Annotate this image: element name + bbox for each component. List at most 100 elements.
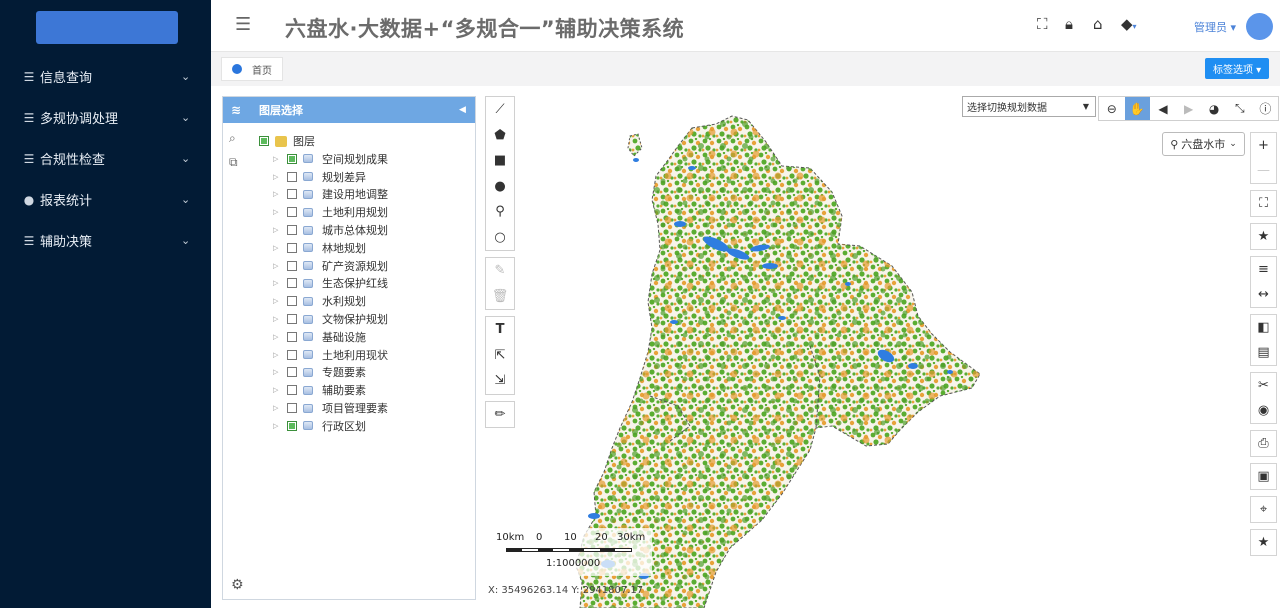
next-view-icon[interactable]: ▶	[1176, 97, 1202, 120]
layer-filter-icon[interactable]: ⧉	[229, 155, 238, 170]
expand-arrow-icon[interactable]: ▷	[273, 155, 287, 163]
layer-checkbox[interactable]	[287, 189, 297, 200]
swipe-icon[interactable]: ↔	[1251, 282, 1276, 307]
crosshair-icon[interactable]: ⌖	[1251, 497, 1276, 522]
expand-arrow-icon[interactable]: ▷	[273, 315, 287, 323]
expand-arrow-icon[interactable]: ▷	[273, 244, 287, 252]
draw-marker-icon[interactable]: ⚲	[486, 199, 514, 225]
draw-line-icon[interactable]: ⟋	[486, 97, 514, 123]
lock-icon[interactable]: 🔒︎	[1065, 15, 1073, 33]
layer-tree-item[interactable]: ▷ 生态保护红线	[273, 275, 388, 293]
edit-icon[interactable]: ✎	[486, 258, 514, 284]
expand-arrow-icon[interactable]: ▷	[273, 333, 287, 341]
layer-tree-item[interactable]: ▷ 林地规划	[273, 239, 388, 257]
legend-icon[interactable]: ≡	[1251, 257, 1276, 282]
sidebar-item-coordination[interactable]: ☰ 多规协调处理 ⌄	[0, 97, 211, 138]
split-view-icon[interactable]: ◧	[1251, 315, 1276, 340]
layer-checkbox[interactable]	[287, 225, 297, 236]
eye-icon[interactable]: ◉	[1251, 398, 1276, 423]
layer-checkbox[interactable]	[287, 403, 297, 414]
layer-checkbox[interactable]	[287, 331, 297, 342]
layer-tree-root[interactable]: 图层	[259, 133, 315, 149]
layer-checkbox[interactable]	[287, 349, 297, 360]
expand-arrow-icon[interactable]: ▷	[273, 386, 287, 394]
expand-arrow-icon[interactable]: ▷	[273, 226, 287, 234]
expand-arrow-icon[interactable]: ▷	[273, 262, 287, 270]
layer-checkbox[interactable]	[287, 314, 297, 325]
layer-tree-item[interactable]: ▷ 城市总体规划	[273, 221, 388, 239]
scissors-icon[interactable]: ✂	[1251, 373, 1276, 398]
expand-arrow-icon[interactable]: ▷	[273, 422, 287, 430]
layer-checkbox[interactable]	[287, 296, 297, 307]
home-icon[interactable]: ⌂	[1093, 15, 1103, 33]
sidebar-item-info-query[interactable]: ☰ 信息查询 ⌄	[0, 56, 211, 97]
layer-tree-item[interactable]: ▷ 建设用地调整	[273, 186, 388, 204]
zoom-out-icon[interactable]: —	[1251, 158, 1276, 183]
delete-icon[interactable]: 🗑︎	[486, 284, 514, 310]
collapse-left-icon[interactable]: ◀	[459, 105, 475, 115]
layer-tree-item[interactable]: ▷ 土地利用规划	[273, 203, 388, 221]
plan-data-select[interactable]: 选择切换规划数据 ▼	[962, 96, 1096, 117]
user-menu[interactable]: 管理员 ▾	[1194, 19, 1236, 35]
layer-checkbox[interactable]	[287, 367, 297, 378]
layer-tree-item[interactable]: ▷ 空间规划成果	[273, 150, 388, 168]
layer-tree-item[interactable]: ▷ 规划差异	[273, 168, 388, 186]
pencil-icon[interactable]: ✏	[486, 402, 514, 428]
text-tool-icon[interactable]: T	[486, 317, 514, 343]
settings-gear-icon[interactable]: ⚙	[231, 577, 244, 593]
layer-tree-item[interactable]: ▷ 土地利用现状	[273, 346, 388, 364]
draw-polygon-icon[interactable]: ⬟	[486, 123, 514, 149]
draw-ring-icon[interactable]: ○	[486, 225, 514, 251]
expand-arrow-icon[interactable]: ▷	[273, 279, 287, 287]
layer-search-icon[interactable]: ⌕	[229, 131, 236, 146]
fullscreen-icon[interactable]: ⛶	[1037, 15, 1048, 33]
measure-icon[interactable]: ⤡	[1227, 97, 1253, 120]
layer-tree-item[interactable]: ▷ 行政区划	[273, 417, 388, 435]
layer-checkbox[interactable]	[287, 171, 297, 182]
export-icon[interactable]: ⇲	[486, 368, 514, 394]
layer-checkbox[interactable]	[287, 207, 297, 218]
layer-checkbox[interactable]	[287, 260, 297, 271]
layer-checkbox[interactable]	[287, 242, 297, 253]
layer-tree-item[interactable]: ▷ 辅助要素	[273, 381, 388, 399]
tab-home[interactable]: 首页	[221, 57, 283, 81]
layer-checkbox[interactable]	[287, 420, 297, 431]
expand-arrow-icon[interactable]: ▷	[273, 208, 287, 216]
layer-checkbox[interactable]	[287, 385, 297, 396]
expand-arrow-icon[interactable]: ▷	[273, 404, 287, 412]
expand-arrow-icon[interactable]: ▷	[273, 351, 287, 359]
expand-arrow-icon[interactable]: ▷	[273, 297, 287, 305]
draw-circle-icon[interactable]: ●	[486, 174, 514, 200]
sidebar-item-decision[interactable]: ☰ 辅助决策 ⌄	[0, 220, 211, 261]
favorite-icon[interactable]: ★	[1251, 530, 1276, 555]
sidebar-item-reports[interactable]: ● 报表统计 ⌄	[0, 179, 211, 220]
expand-arrow-icon[interactable]: ▷	[273, 190, 287, 198]
pan-hand-icon[interactable]: ✋	[1124, 97, 1151, 120]
full-extent-icon[interactable]: ⛶	[1251, 191, 1276, 216]
previous-view-icon[interactable]: ◀	[1150, 97, 1176, 120]
theme-paint-icon[interactable]: ◆▾	[1121, 15, 1137, 33]
globe-icon[interactable]: ◕	[1201, 97, 1227, 120]
print-icon[interactable]: ⎙	[1251, 431, 1276, 456]
layer-tree-item[interactable]: ▷ 水利规划	[273, 292, 388, 310]
menu-toggle-icon[interactable]: ☰	[235, 14, 251, 35]
info-icon[interactable]: ⓘ	[1253, 97, 1279, 120]
expand-arrow-icon[interactable]: ▷	[273, 173, 287, 181]
layer-tree-item[interactable]: ▷ 专题要素	[273, 364, 388, 382]
draw-rectangle-icon[interactable]: ■	[486, 148, 514, 174]
region-select[interactable]: ⚲ 六盘水市 ⌄	[1162, 132, 1245, 156]
map-layout-icon[interactable]: ▣	[1251, 464, 1276, 489]
bookmark-star-icon[interactable]: ★	[1251, 224, 1276, 249]
layer-tree-item[interactable]: ▷ 项目管理要素	[273, 399, 388, 417]
layer-tree-item[interactable]: ▷ 文物保护规划	[273, 310, 388, 328]
layer-tree-item[interactable]: ▷ 矿产资源规划	[273, 257, 388, 275]
zoom-in-icon[interactable]: +	[1251, 133, 1276, 158]
import-icon[interactable]: ⇱	[486, 343, 514, 369]
overlay-icon[interactable]: ▤	[1251, 340, 1276, 365]
layer-checkbox[interactable]	[287, 153, 297, 164]
layer-tree-item[interactable]: ▷ 基础设施	[273, 328, 388, 346]
expand-arrow-icon[interactable]: ▷	[273, 368, 287, 376]
root-checkbox[interactable]	[259, 136, 269, 146]
tab-options-button[interactable]: 标签选项 ▾	[1205, 58, 1270, 79]
sidebar-item-compliance[interactable]: ☰ 合规性检查 ⌄	[0, 138, 211, 179]
